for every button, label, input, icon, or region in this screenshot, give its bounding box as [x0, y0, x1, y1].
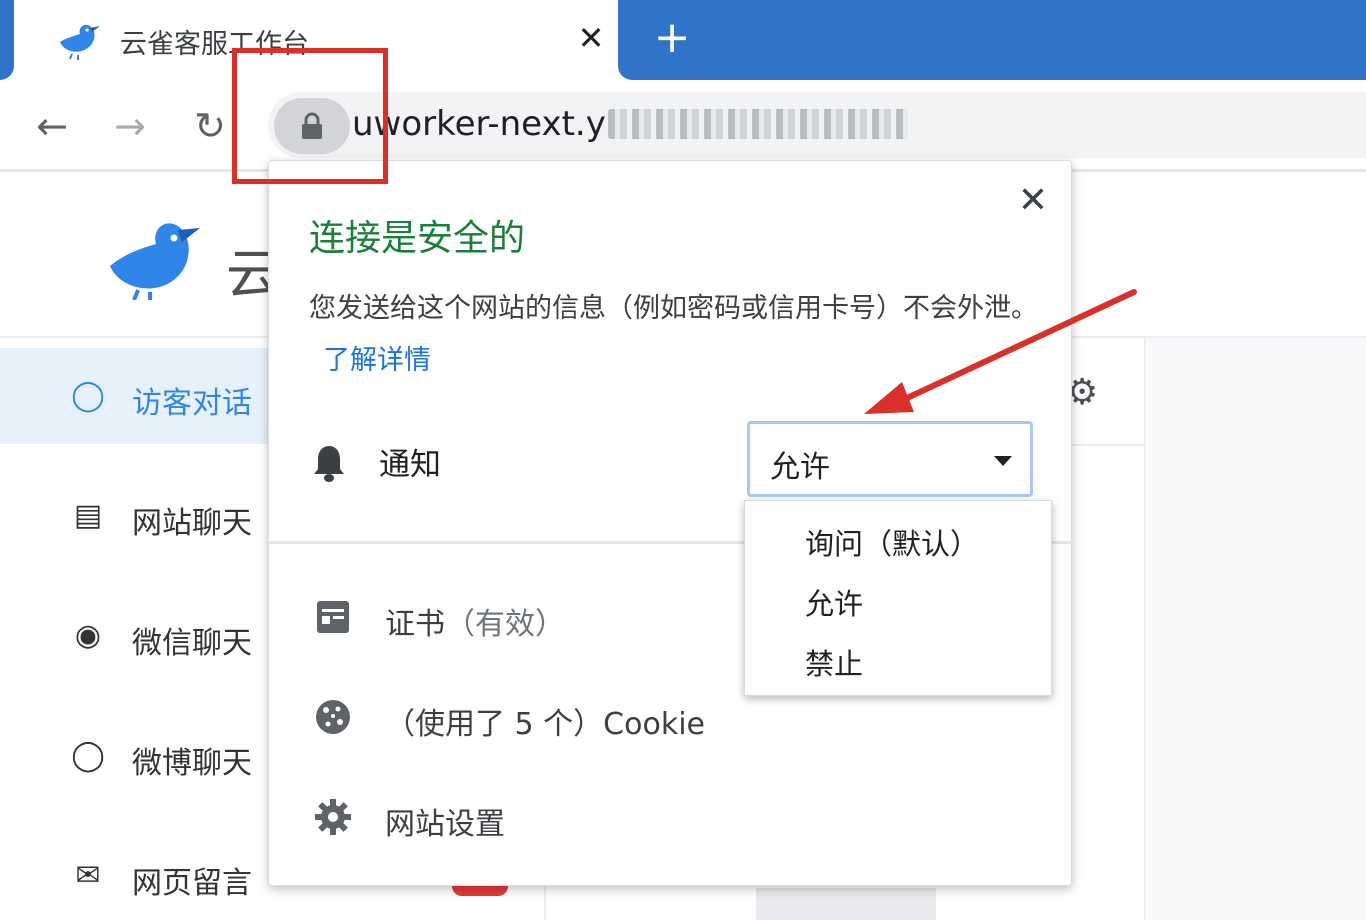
- sidebar-item-label: 微博聊天: [132, 746, 252, 781]
- url-visible-part: uworker-next.y: [352, 104, 606, 144]
- wechat-icon: ◉: [74, 618, 102, 653]
- site-settings-label: 网站设置: [385, 807, 505, 842]
- gear-icon: [315, 799, 351, 835]
- option-ask-default[interactable]: 询问（默认）: [805, 521, 979, 563]
- bird-logo-icon: [110, 223, 200, 300]
- sidebar-item-label: 微信聊天: [132, 626, 252, 661]
- right-panel: [1148, 338, 1366, 920]
- url-redacted: [607, 109, 908, 139]
- certificate-icon: [317, 601, 349, 633]
- tab-corner-left: [0, 64, 14, 80]
- certificate-text: 证书: [385, 607, 445, 642]
- annotation-arrow: [864, 289, 1137, 414]
- annotation-highlight-box: [232, 48, 388, 184]
- site-settings-row[interactable]: 网站设置: [269, 779, 1073, 859]
- sidebar: ◯ 访客对话 ▤ 网站聊天 ◉ 微信聊天 ◯ 微博聊天 ✉ 网页留言: [0, 338, 268, 920]
- mail-icon: ✉: [75, 858, 101, 893]
- sidebar-item-label: 网页留言: [132, 866, 252, 901]
- sidebar-item-label: 访客对话: [132, 386, 252, 421]
- tab-corner-right: [618, 64, 632, 80]
- tab-strip: 云雀客服工作台 ✕ +: [0, 0, 1366, 80]
- document-icon: ▤: [73, 498, 103, 533]
- sidebar-item-wechat-chat[interactable]: ◉ 微信聊天: [0, 588, 268, 684]
- chat-bubble-icon: ◯: [71, 378, 105, 413]
- sidebar-item-label: 网站聊天: [132, 506, 252, 541]
- back-arrow-icon[interactable]: ←: [30, 104, 74, 148]
- close-icon[interactable]: ✕: [1013, 181, 1053, 221]
- notification-permission-row: 通知 允许: [269, 417, 1073, 507]
- option-allow[interactable]: 允许: [805, 581, 863, 623]
- permission-dropdown-list: 询问（默认） 允许 禁止: [744, 500, 1052, 696]
- cookie-label: （使用了 5 个）Cookie: [385, 707, 705, 742]
- url-text[interactable]: uworker-next.y: [352, 104, 908, 144]
- option-block[interactable]: 禁止: [805, 641, 863, 683]
- content-block: [756, 888, 936, 920]
- sidebar-item-website-chat[interactable]: ▤ 网站聊天: [0, 468, 268, 564]
- sidebar-item-web-message[interactable]: ✉ 网页留言: [0, 828, 268, 920]
- sidebar-item-weibo-chat[interactable]: ◯ 微博聊天: [0, 708, 268, 804]
- notification-permission-select[interactable]: 允许: [747, 421, 1033, 497]
- learn-more-link[interactable]: 了解详情: [323, 345, 431, 376]
- caret-down-icon: [994, 456, 1012, 466]
- certificate-label: 证书（有效）: [385, 599, 565, 643]
- bird-logo-icon: [60, 24, 100, 60]
- new-tab-button[interactable]: +: [648, 16, 696, 62]
- selected-value: 允许: [770, 450, 830, 485]
- content-divider: [1072, 444, 1146, 446]
- tab-close-icon[interactable]: ✕: [572, 18, 610, 58]
- cookie-icon: [316, 700, 350, 734]
- weibo-icon: ◯: [71, 738, 105, 773]
- certificate-status: （有效）: [445, 607, 565, 642]
- bell-icon: [314, 446, 344, 482]
- address-bar[interactable]: uworker-next.y: [268, 92, 1366, 158]
- browser-toolbar: ← → ↻ uworker-next.y: [0, 80, 1366, 172]
- reload-icon[interactable]: ↻: [188, 104, 232, 148]
- notification-label: 通知: [379, 447, 441, 483]
- column-divider: [544, 880, 546, 920]
- forward-arrow-icon[interactable]: →: [108, 104, 152, 148]
- connection-secure-title: 连接是安全的: [309, 218, 526, 259]
- sidebar-item-visitor-chat[interactable]: ◯ 访客对话: [0, 348, 268, 444]
